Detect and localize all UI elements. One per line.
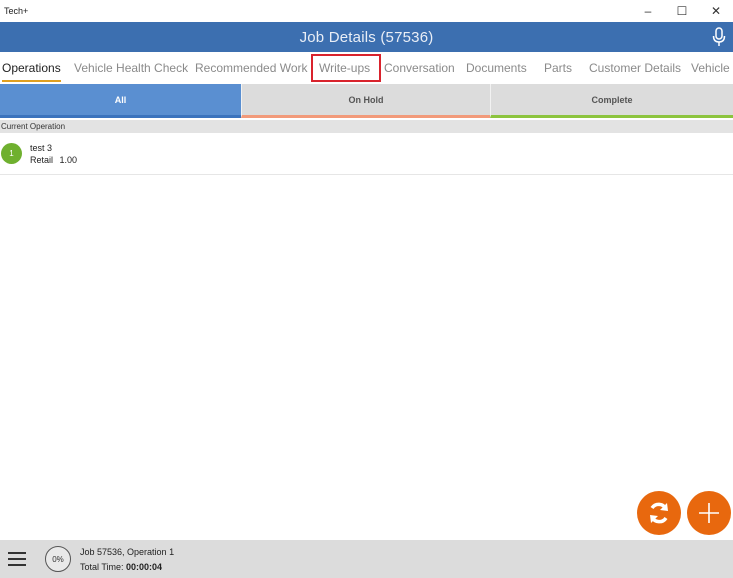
tab-bar: Operations Vehicle Health Check Recommen… xyxy=(0,52,733,84)
app-name: Tech+ xyxy=(4,6,29,16)
refresh-button[interactable] xyxy=(637,491,681,535)
tab-operations[interactable]: Operations xyxy=(2,52,61,84)
tab-parts[interactable]: Parts xyxy=(544,52,572,84)
total-time: Total Time: 00:00:04 xyxy=(80,562,162,572)
filter-all[interactable]: All xyxy=(0,84,241,118)
bottom-status-bar: 0% Job 57536, Operation 1 Total Time: 00… xyxy=(0,540,733,578)
progress-indicator: 0% xyxy=(45,546,71,572)
operation-filter: All On Hold Complete xyxy=(0,84,733,118)
tab-customer-details[interactable]: Customer Details xyxy=(589,52,681,84)
refresh-icon xyxy=(650,502,668,524)
maximize-button[interactable]: ☐ xyxy=(665,0,699,22)
minimize-button[interactable]: – xyxy=(631,0,665,22)
tab-vehicle-health-check[interactable]: Vehicle Health Check xyxy=(74,52,188,84)
operation-hours: 1.00 xyxy=(59,155,78,165)
tab-vehicle-details[interactable]: Vehicle D xyxy=(691,52,733,84)
window-titlebar: Tech+ – ☐ ✕ xyxy=(0,0,733,22)
filter-on-hold[interactable]: On Hold xyxy=(241,84,490,118)
filter-complete[interactable]: Complete xyxy=(490,84,733,118)
total-time-label: Total Time: xyxy=(80,562,127,572)
microphone-icon[interactable] xyxy=(711,27,727,47)
page-title: Job Details (57536) xyxy=(299,28,434,46)
hamburger-icon[interactable] xyxy=(8,552,26,566)
tab-recommended-work[interactable]: Recommended Work xyxy=(195,52,308,84)
tab-write-ups[interactable]: Write-ups xyxy=(319,52,370,84)
page-header: Job Details (57536) xyxy=(0,22,733,52)
operation-title: test 3 xyxy=(30,143,53,153)
operation-rate-type: Retail xyxy=(30,155,54,165)
list-item[interactable]: 1 test 3 Retail 1.00 xyxy=(0,133,733,175)
operation-number-badge: 1 xyxy=(1,143,22,164)
tab-conversation[interactable]: Conversation xyxy=(384,52,455,84)
close-button[interactable]: ✕ xyxy=(699,0,733,22)
job-operation-label: Job 57536, Operation 1 xyxy=(80,547,175,557)
window-controls: – ☐ ✕ xyxy=(631,0,733,22)
add-operation-button[interactable] xyxy=(687,491,731,535)
total-time-value: 00:00:04 xyxy=(126,562,163,572)
plus-icon xyxy=(699,503,719,523)
section-header: Current Operation xyxy=(0,120,733,133)
operation-details: Retail 1.00 xyxy=(30,155,81,165)
tab-documents[interactable]: Documents xyxy=(466,52,527,84)
